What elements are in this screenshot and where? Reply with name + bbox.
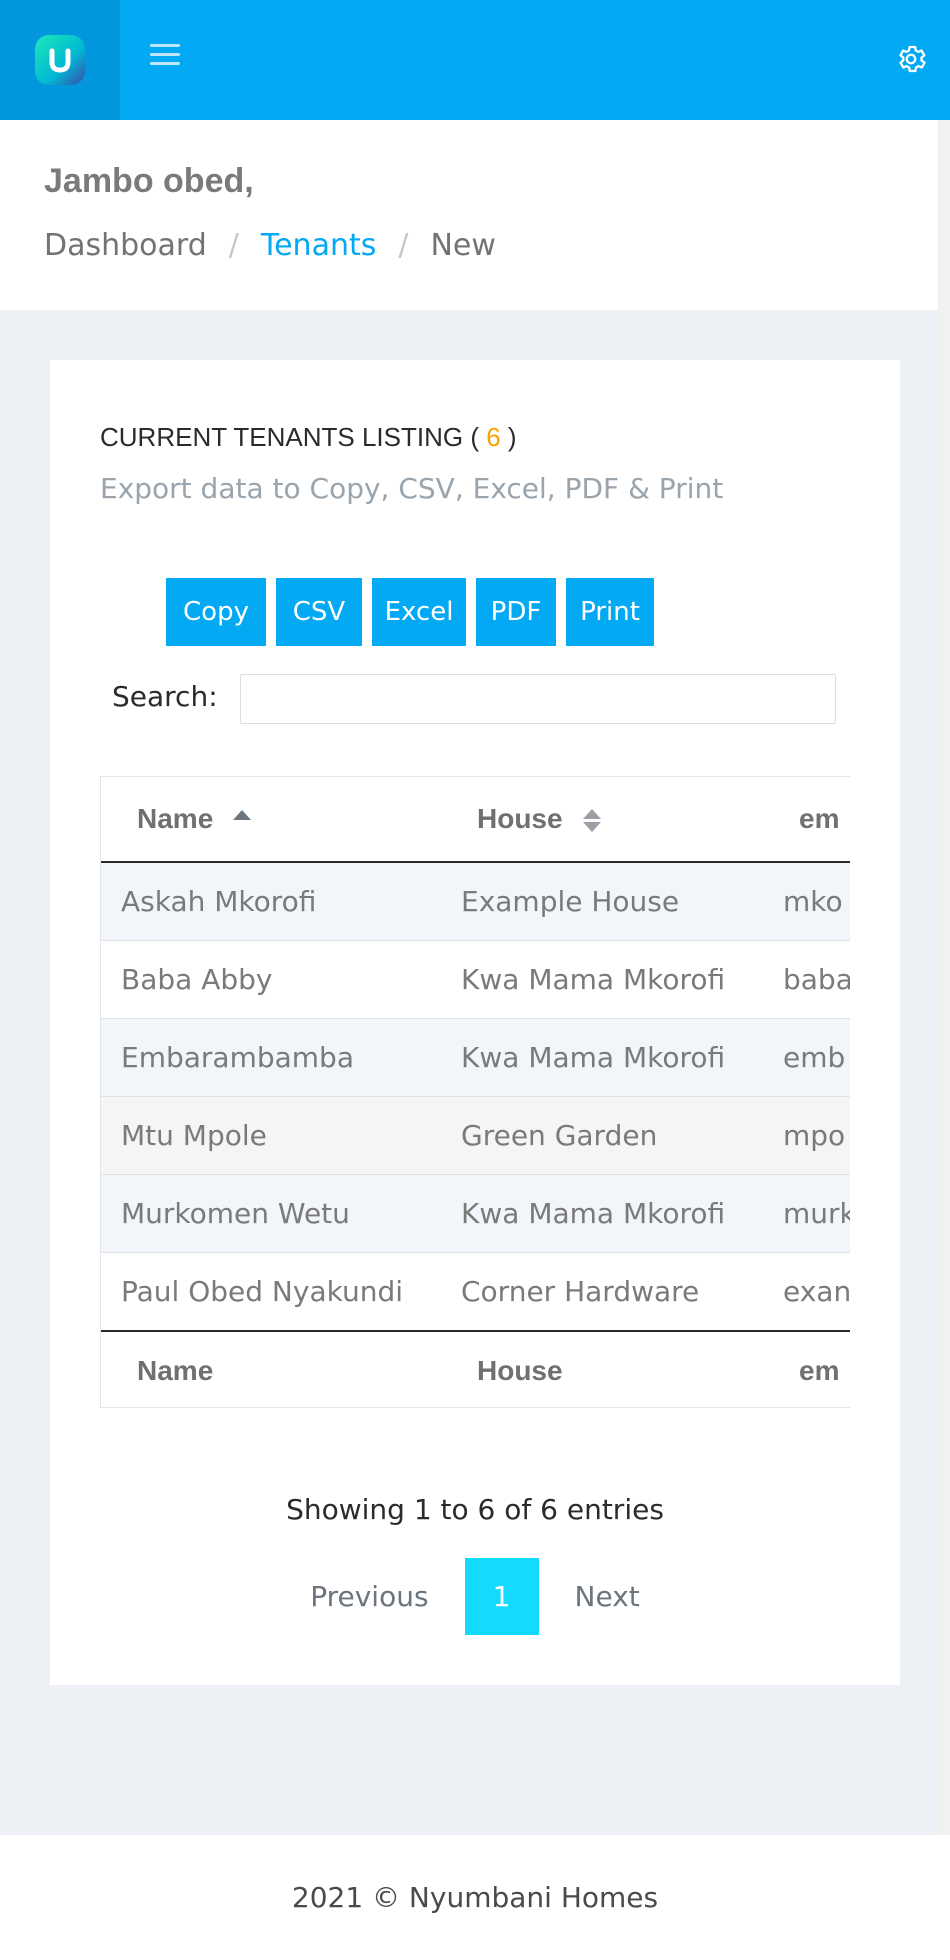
hamburger-icon[interactable] — [150, 44, 180, 74]
cell-email: emb — [763, 1018, 850, 1097]
excel-button[interactable]: Excel — [372, 578, 466, 646]
table-row: Mtu Mpole Green Garden mpo — [101, 1096, 850, 1175]
footer-header-house: House — [441, 1330, 763, 1407]
export-buttons: Copy CSV Excel PDF Print — [166, 578, 654, 646]
cell-name: Murkomen Wetu — [101, 1174, 441, 1253]
pdf-button[interactable]: PDF — [476, 578, 556, 646]
gear-icon[interactable] — [894, 42, 928, 76]
breadcrumb: Dashboard / Tenants / New — [44, 228, 496, 263]
cell-email: mko — [763, 862, 850, 941]
csv-button[interactable]: CSV — [276, 578, 362, 646]
cell-name: Askah Mkorofi — [101, 862, 441, 941]
card-title: CURRENT TENANTS LISTING ( 6 ) — [100, 422, 517, 452]
tenants-card: CURRENT TENANTS LISTING ( 6 ) Export dat… — [50, 360, 900, 1685]
breadcrumb-dashboard[interactable]: Dashboard — [44, 228, 207, 263]
sort-icon — [582, 809, 601, 833]
table-row: Embarambamba Kwa Mama Mkorofi emb — [101, 1018, 850, 1097]
column-header-house[interactable]: House — [441, 777, 763, 863]
page-header: Jambo obed, Dashboard / Tenants / New — [0, 120, 938, 310]
breadcrumb-new: New — [430, 228, 496, 263]
card-subtitle: Export data to Copy, CSV, Excel, PDF & P… — [100, 472, 724, 505]
brand-logo-link[interactable] — [0, 0, 120, 120]
top-navbar — [0, 0, 950, 120]
cell-email: exan — [763, 1252, 850, 1331]
cell-name: Mtu Mpole — [101, 1096, 441, 1175]
column-header-email[interactable]: em — [763, 777, 850, 863]
cell-house: Kwa Mama Mkorofi — [441, 1174, 763, 1253]
page-scrollbar[interactable] — [938, 120, 950, 1840]
table-info: Showing 1 to 6 of 6 entries — [286, 1493, 664, 1526]
tenant-count: 6 — [486, 422, 501, 452]
table-row: Baba Abby Kwa Mama Mkorofi baba — [101, 940, 850, 1019]
cell-email: baba — [763, 940, 850, 1019]
pagination: Previous 1 Next — [50, 1558, 900, 1635]
previous-page-button[interactable]: Previous — [292, 1580, 446, 1613]
print-button[interactable]: Print — [566, 578, 654, 646]
search-label: Search: — [112, 680, 218, 713]
footer: 2021 © Nyumbani Homes — [0, 1835, 950, 1960]
footer-header-email: em — [763, 1330, 850, 1407]
table-row: Askah Mkorofi Example House mko — [101, 862, 850, 941]
table-row: Murkomen Wetu Kwa Mama Mkorofi murk — [101, 1174, 850, 1253]
cell-house: Kwa Mama Mkorofi — [441, 940, 763, 1019]
table-row: Paul Obed Nyakundi Corner Hardware exan — [101, 1252, 850, 1331]
cell-house: Example House — [441, 862, 763, 941]
cell-email: mpo — [763, 1096, 850, 1175]
greeting-text: Jambo obed, — [44, 162, 254, 200]
card-title-text: CURRENT TENANTS LISTING — [100, 422, 464, 452]
cell-house: Kwa Mama Mkorofi — [441, 1018, 763, 1097]
copy-button[interactable]: Copy — [166, 578, 266, 646]
footer-header-name: Name — [101, 1330, 441, 1407]
cell-name: Baba Abby — [101, 940, 441, 1019]
tenants-table: Name House em Askah Mkorofi Example Hous… — [101, 777, 850, 1407]
column-header-name[interactable]: Name — [101, 777, 441, 863]
cell-email: murk — [763, 1174, 850, 1253]
cell-house: Corner Hardware — [441, 1252, 763, 1331]
cell-name: Embarambamba — [101, 1018, 441, 1097]
page-1-button[interactable]: 1 — [464, 1558, 539, 1635]
cell-name: Paul Obed Nyakundi — [101, 1252, 441, 1331]
sort-ascending-icon — [233, 810, 252, 820]
next-page-button[interactable]: Next — [557, 1580, 658, 1613]
tenants-table-scroll[interactable]: Name House em Askah Mkorofi Example Hous… — [100, 776, 850, 1408]
search-input[interactable] — [240, 674, 836, 724]
breadcrumb-tenants[interactable]: Tenants — [261, 228, 377, 263]
cell-house: Green Garden — [441, 1096, 763, 1175]
nyumbani-logo-icon — [35, 35, 85, 85]
